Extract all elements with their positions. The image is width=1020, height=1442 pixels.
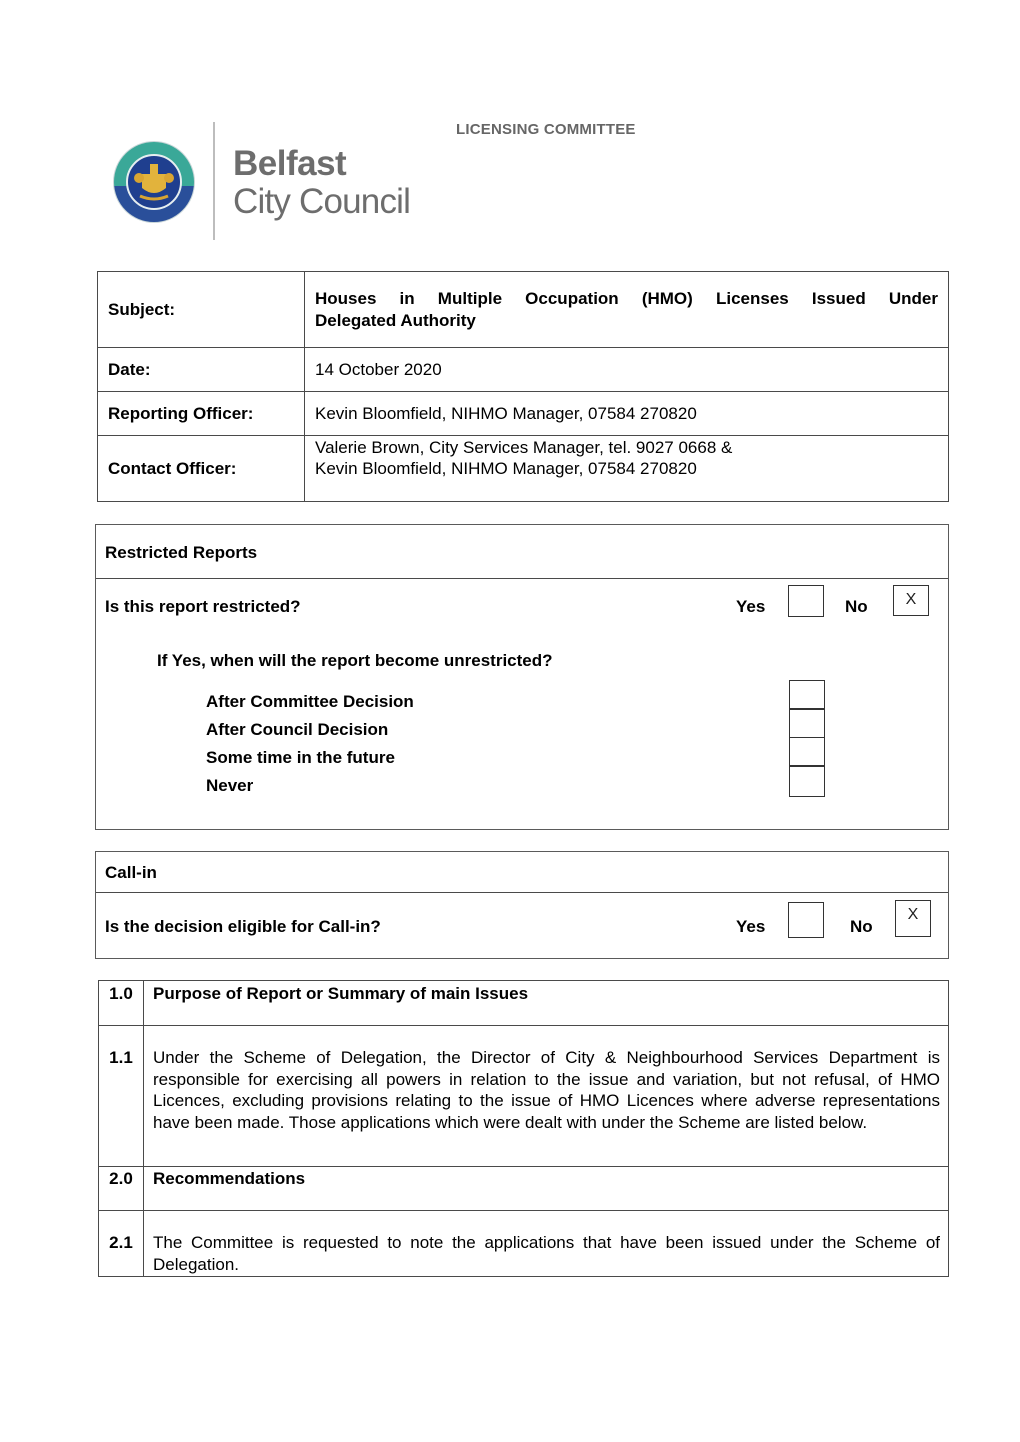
section-row-2-0: 2.0 Recommendations xyxy=(98,1166,949,1211)
reporting-officer-value: Kevin Bloomfield, NIHMO Manager, 07584 2… xyxy=(304,391,949,436)
call-in-no-checkbox[interactable]: X xyxy=(895,900,931,937)
section-row-2-1: 2.1 The Committee is requested to note t… xyxy=(98,1210,949,1277)
report-sections-table: 1.0 Purpose of Report or Summary of main… xyxy=(98,980,949,1277)
section-number: 1.0 xyxy=(98,980,144,1026)
section-body: The Committee is requested to note the a… xyxy=(143,1210,949,1277)
report-info-table: Subject: Houses in Multiple Occupation (… xyxy=(97,271,949,502)
restricted-reports-header: Restricted Reports xyxy=(96,525,948,579)
call-in-question: Is the decision eligible for Call-in? xyxy=(105,917,381,936)
section-heading: Purpose of Report or Summary of main Iss… xyxy=(143,980,949,1026)
call-in-section: Call-in Is the decision eligible for Cal… xyxy=(95,851,949,959)
unrestricted-question: If Yes, when will the report become unre… xyxy=(157,651,553,670)
section-body: Under the Scheme of Delegation, the Dire… xyxy=(143,1025,949,1167)
contact-officer-row: Contact Officer: Valerie Brown, City Ser… xyxy=(97,435,949,502)
section-heading: Recommendations xyxy=(143,1166,949,1211)
logo-divider xyxy=(213,122,215,240)
restricted-reports-section: Restricted Reports Is this report restri… xyxy=(95,524,949,830)
option-future-label: Some time in the future xyxy=(206,748,395,767)
date-row: Date: 14 October 2020 xyxy=(97,347,949,392)
contact-officer-value: Valerie Brown, City Services Manager, te… xyxy=(304,435,949,502)
call-in-title: Call-in xyxy=(105,863,157,882)
contact-officer-label: Contact Officer: xyxy=(97,435,305,502)
contact-officer-line-1: Valerie Brown, City Services Manager, te… xyxy=(315,438,733,457)
option-after-committee-label: After Committee Decision xyxy=(206,692,414,711)
subject-value: Houses in Multiple Occupation (HMO) Lice… xyxy=(304,271,949,348)
option-never-label: Never xyxy=(206,776,254,795)
restricted-yes-label: Yes xyxy=(736,597,766,616)
call-in-header: Call-in xyxy=(96,852,948,893)
restricted-yes-checkbox[interactable] xyxy=(788,585,824,617)
reporting-officer-label: Reporting Officer: xyxy=(97,391,305,436)
option-future-checkbox[interactable] xyxy=(789,737,825,766)
subject-line-2: Delegated Authority xyxy=(315,310,476,330)
reporting-officer-row: Reporting Officer: Kevin Bloomfield, NIH… xyxy=(97,391,949,436)
option-after-council-label: After Council Decision xyxy=(206,720,389,739)
restricted-reports-title: Restricted Reports xyxy=(105,543,258,562)
subject-row: Subject: Houses in Multiple Occupation (… xyxy=(97,271,949,348)
contact-officer-line-2: Kevin Bloomfield, NIHMO Manager, 07584 2… xyxy=(315,459,697,478)
call-in-yes-label: Yes xyxy=(736,917,766,936)
section-number: 2.1 xyxy=(98,1210,144,1277)
logo-text-belfast: Belfast xyxy=(233,144,347,183)
date-value: 14 October 2020 xyxy=(304,347,949,392)
date-label: Date: xyxy=(97,347,305,392)
restricted-question: Is this report restricted? xyxy=(105,597,301,616)
subject-label: Subject: xyxy=(97,271,305,348)
logo-text-city-council: City Council xyxy=(233,182,411,221)
option-never-checkbox[interactable] xyxy=(789,766,825,797)
restricted-no-checkbox[interactable]: X xyxy=(893,585,929,616)
committee-title: LICENSING COMMITTEE xyxy=(456,121,636,138)
restricted-no-label: No xyxy=(845,597,868,616)
council-logo: Belfast City Council xyxy=(112,122,422,242)
council-crest-icon xyxy=(113,141,195,223)
option-after-council-checkbox[interactable] xyxy=(789,709,825,738)
call-in-yes-checkbox[interactable] xyxy=(788,902,824,938)
section-row-1-0: 1.0 Purpose of Report or Summary of main… xyxy=(98,980,949,1026)
section-row-1-1: 1.1 Under the Scheme of Delegation, the … xyxy=(98,1025,949,1167)
option-after-committee-checkbox[interactable] xyxy=(789,680,825,709)
subject-line-1: Houses in Multiple Occupation (HMO) Lice… xyxy=(315,288,938,308)
section-number: 1.1 xyxy=(98,1025,144,1167)
call-in-no-label: No xyxy=(850,917,873,936)
section-number: 2.0 xyxy=(98,1166,144,1211)
